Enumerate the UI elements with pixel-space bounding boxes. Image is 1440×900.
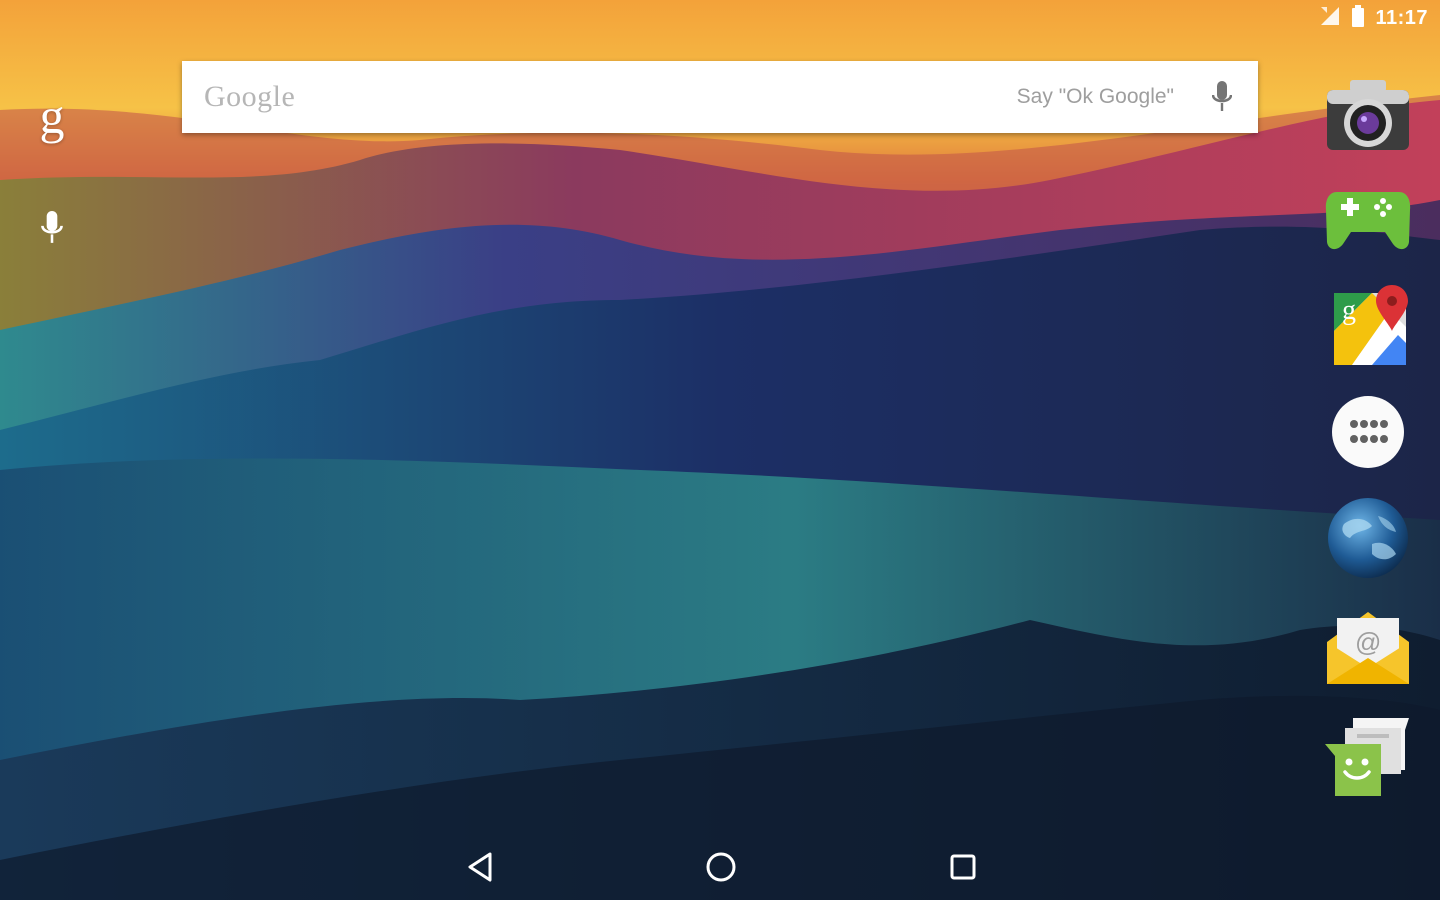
status-bar: 11:17 <box>0 0 1440 36</box>
mic-icon[interactable] <box>36 208 68 248</box>
navigation-bar <box>0 830 1440 900</box>
app-drawer-icon[interactable] <box>1318 386 1418 478</box>
globe-icon[interactable] <box>1318 492 1418 584</box>
home-icon[interactable] <box>696 842 746 892</box>
no-sim-icon <box>1319 5 1341 32</box>
mic-icon[interactable] <box>1208 77 1236 117</box>
ok-google-hint: Say "Ok Google" <box>1016 85 1174 108</box>
maps-icon[interactable]: g <box>1318 280 1418 372</box>
google-logo: Google <box>204 80 296 113</box>
gamepad-icon[interactable] <box>1318 173 1418 265</box>
email-icon[interactable]: @ <box>1318 600 1418 692</box>
battery-icon <box>1351 4 1365 32</box>
camera-icon[interactable] <box>1318 70 1418 162</box>
recents-icon[interactable] <box>938 842 988 892</box>
status-time: 11:17 <box>1375 6 1428 29</box>
svg-text:@: @ <box>1355 627 1381 657</box>
google-search-bar[interactable]: Google Say "Ok Google" <box>182 61 1258 133</box>
messaging-icon[interactable] <box>1318 708 1418 800</box>
back-icon[interactable] <box>455 842 505 892</box>
wallpaper <box>0 0 1440 900</box>
google-now-icon[interactable]: g <box>34 88 70 148</box>
svg-text:g: g <box>1342 295 1356 326</box>
